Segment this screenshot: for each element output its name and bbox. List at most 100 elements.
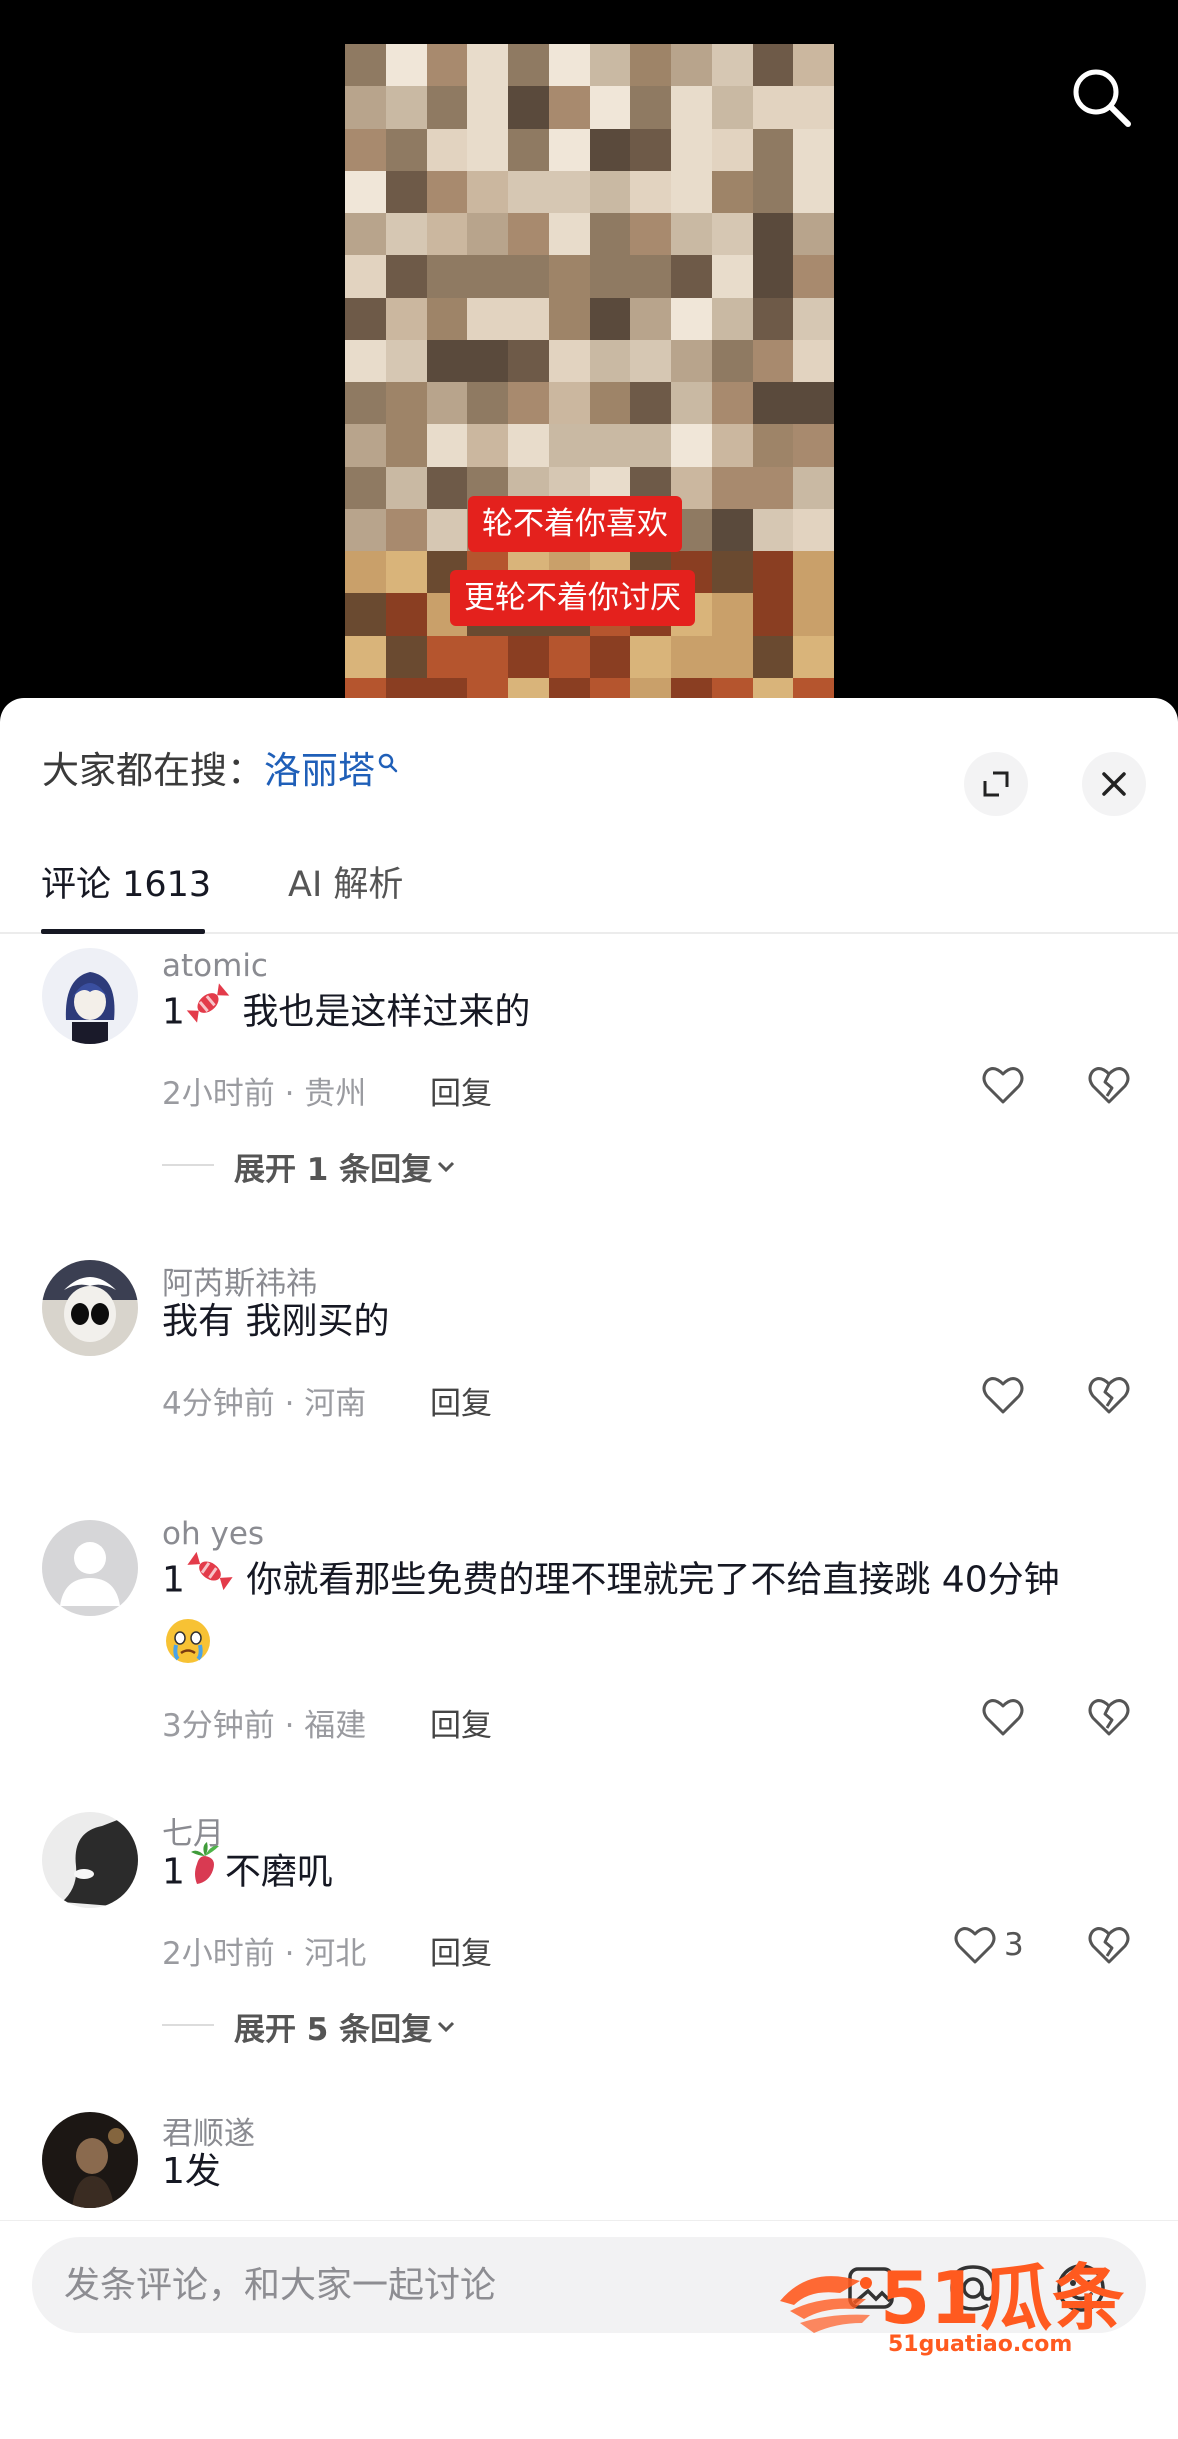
comment-username[interactable]: atomic [162, 948, 268, 984]
subtitle-overlay: 轮不着你喜欢 更轮不着你讨厌 [0, 0, 1178, 720]
comment-meta: 3分钟前 · 福建 [162, 1700, 366, 1745]
comment-item: 七月 1 不磨叽 2小时前 · 河北 回复 3 展开 5 条回复 [0, 1796, 1178, 2096]
meta-separator: · [274, 1936, 305, 1972]
meta-separator: · [274, 1386, 305, 1422]
search-small-icon [377, 740, 399, 783]
avatar[interactable] [42, 1812, 138, 1908]
emoji-button[interactable] [1052, 2259, 1110, 2317]
like-button[interactable] [980, 1694, 1032, 1740]
comment-meta: 2小时前 · 贵州 [162, 1068, 366, 1113]
candy-emoji [185, 1548, 235, 1615]
comment-item: oh yes 1 你就看那些免费的理不理就完了不给直接跳 40分钟 3分钟前 ·… [0, 1506, 1178, 1796]
search-button[interactable] [1070, 66, 1134, 130]
like-count: 3 [1004, 1927, 1024, 1963]
reply-button[interactable]: 回复 [430, 1700, 492, 1745]
comment-meta: 2小时前 · 河北 [162, 1928, 366, 1973]
search-icon [1073, 69, 1131, 127]
dislike-button[interactable] [1086, 1922, 1132, 1972]
close-icon [1102, 772, 1126, 796]
radish-emoji [185, 1840, 225, 1907]
expand-replies-label: 展开 5 条回复 [234, 2012, 433, 2048]
comment-location: 福建 [304, 1708, 367, 1744]
like-button[interactable]: 3 [952, 1922, 1024, 1968]
comment-item: atomic 1 我也是这样过来的 2小时前 · 贵州 回复 展开 1 条回复 [0, 936, 1178, 1236]
comment-text: 1发 [162, 2140, 1142, 2204]
comment-time: 3分钟前 [162, 1708, 275, 1744]
avatar[interactable] [42, 948, 138, 1044]
tab-ai-analysis[interactable]: AI 解析 [288, 856, 403, 907]
candy-emoji [185, 980, 231, 1047]
comment-prefix: 1 [162, 1851, 185, 1893]
broken-heart-icon [1088, 1067, 1130, 1104]
comment-body: 你就看那些免费的理不理就完了不给直接跳 40分钟 [246, 1559, 1060, 1601]
dislike-button[interactable] [1086, 1062, 1132, 1112]
broken-heart-icon [1088, 1927, 1130, 1964]
expand-replies-label: 展开 1 条回复 [234, 1152, 433, 1188]
reply-button[interactable]: 回复 [430, 1378, 492, 1423]
expand-replies-button[interactable]: 展开 1 条回复 [234, 1144, 460, 1189]
broken-heart-icon [1088, 1699, 1130, 1736]
heart-icon [982, 1377, 1024, 1414]
comment-input-bar [0, 2220, 1178, 2439]
divider [162, 2024, 214, 2026]
search-suggestion-keyword[interactable]: 洛丽塔 [264, 749, 375, 792]
tab-comments[interactable]: 评论 1613 [41, 856, 211, 907]
avatar[interactable] [42, 1520, 138, 1616]
heart-icon [982, 1067, 1024, 1104]
broken-heart-icon [1088, 1377, 1130, 1414]
avatar[interactable] [42, 2112, 138, 2208]
expand-sheet-button[interactable] [964, 752, 1028, 816]
comment-item: 君顺遂 1发 [0, 2096, 1178, 2218]
avatar[interactable] [42, 1260, 138, 1356]
like-button[interactable] [980, 1372, 1032, 1418]
meta-separator: · [274, 1708, 305, 1744]
image-icon [848, 2267, 894, 2309]
comment-location: 河北 [304, 1936, 367, 1972]
at-icon [950, 2265, 996, 2311]
comment-text: 1 我也是这样过来的 [162, 980, 1142, 1047]
comment-meta: 4分钟前 · 河南 [162, 1378, 366, 1423]
comment-list[interactable]: atomic 1 我也是这样过来的 2小时前 · 贵州 回复 展开 1 条回复 [0, 936, 1178, 2218]
dislike-button[interactable] [1086, 1372, 1132, 1422]
comment-text: 我有 我刚买的 [162, 1290, 1142, 1354]
like-button[interactable] [980, 1062, 1032, 1108]
tab-bar: 评论 1613 AI 解析 [0, 848, 1178, 934]
comment-location: 河南 [304, 1386, 367, 1422]
comment-body: 我也是这样过来的 [242, 991, 531, 1033]
comment-username[interactable]: oh yes [162, 1516, 264, 1552]
comment-prefix: 1 [162, 991, 185, 1033]
comment-sheet: 大家都在搜：洛丽塔 评论 1613 AI 解析 atomic 1 我也是这样过来… [0, 698, 1178, 2439]
search-suggestion-prefix: 大家都在搜： [42, 749, 264, 792]
comment-time: 2小时前 [162, 1076, 275, 1112]
subtitle-line: 轮不着你喜欢 [468, 496, 682, 552]
expand-icon [983, 771, 1009, 797]
chevron-down-icon [438, 1161, 455, 1172]
active-tab-indicator [41, 929, 205, 934]
comment-body: 1发 [162, 2151, 221, 2192]
heart-icon [982, 1699, 1024, 1736]
reply-button[interactable]: 回复 [430, 1068, 492, 1113]
comment-prefix: 1 [162, 1559, 185, 1601]
comment-text: 1 你就看那些免费的理不理就完了不给直接跳 40分钟 [162, 1548, 1142, 1688]
comment-text: 1 不磨叽 [162, 1840, 1142, 1907]
expand-replies-button[interactable]: 展开 5 条回复 [234, 2004, 460, 2049]
meta-separator: · [274, 1076, 305, 1112]
comment-time: 2小时前 [162, 1936, 275, 1972]
heart-icon [954, 1927, 996, 1964]
comment-body: 我有 我刚买的 [162, 1301, 390, 1342]
crying-emoji [162, 1615, 214, 1688]
reply-button[interactable]: 回复 [430, 1928, 492, 1973]
comment-location: 贵州 [304, 1076, 367, 1112]
chevron-down-icon [438, 2021, 455, 2032]
comment-body: 不磨叽 [224, 1851, 333, 1893]
close-button[interactable] [1082, 752, 1146, 816]
video-player[interactable]: 轮不着你喜欢 更轮不着你讨厌 [0, 0, 1178, 720]
image-button[interactable] [842, 2259, 900, 2317]
search-suggestion[interactable]: 大家都在搜：洛丽塔 [42, 740, 399, 794]
dislike-button[interactable] [1086, 1694, 1132, 1744]
subtitle-line: 更轮不着你讨厌 [450, 570, 695, 626]
comment-time: 4分钟前 [162, 1386, 275, 1422]
smiley-icon [1057, 2264, 1105, 2312]
mention-button[interactable] [944, 2259, 1002, 2317]
comment-item: 阿芮斯祎祎 我有 我刚买的 4分钟前 · 河南 回复 [0, 1246, 1178, 1516]
